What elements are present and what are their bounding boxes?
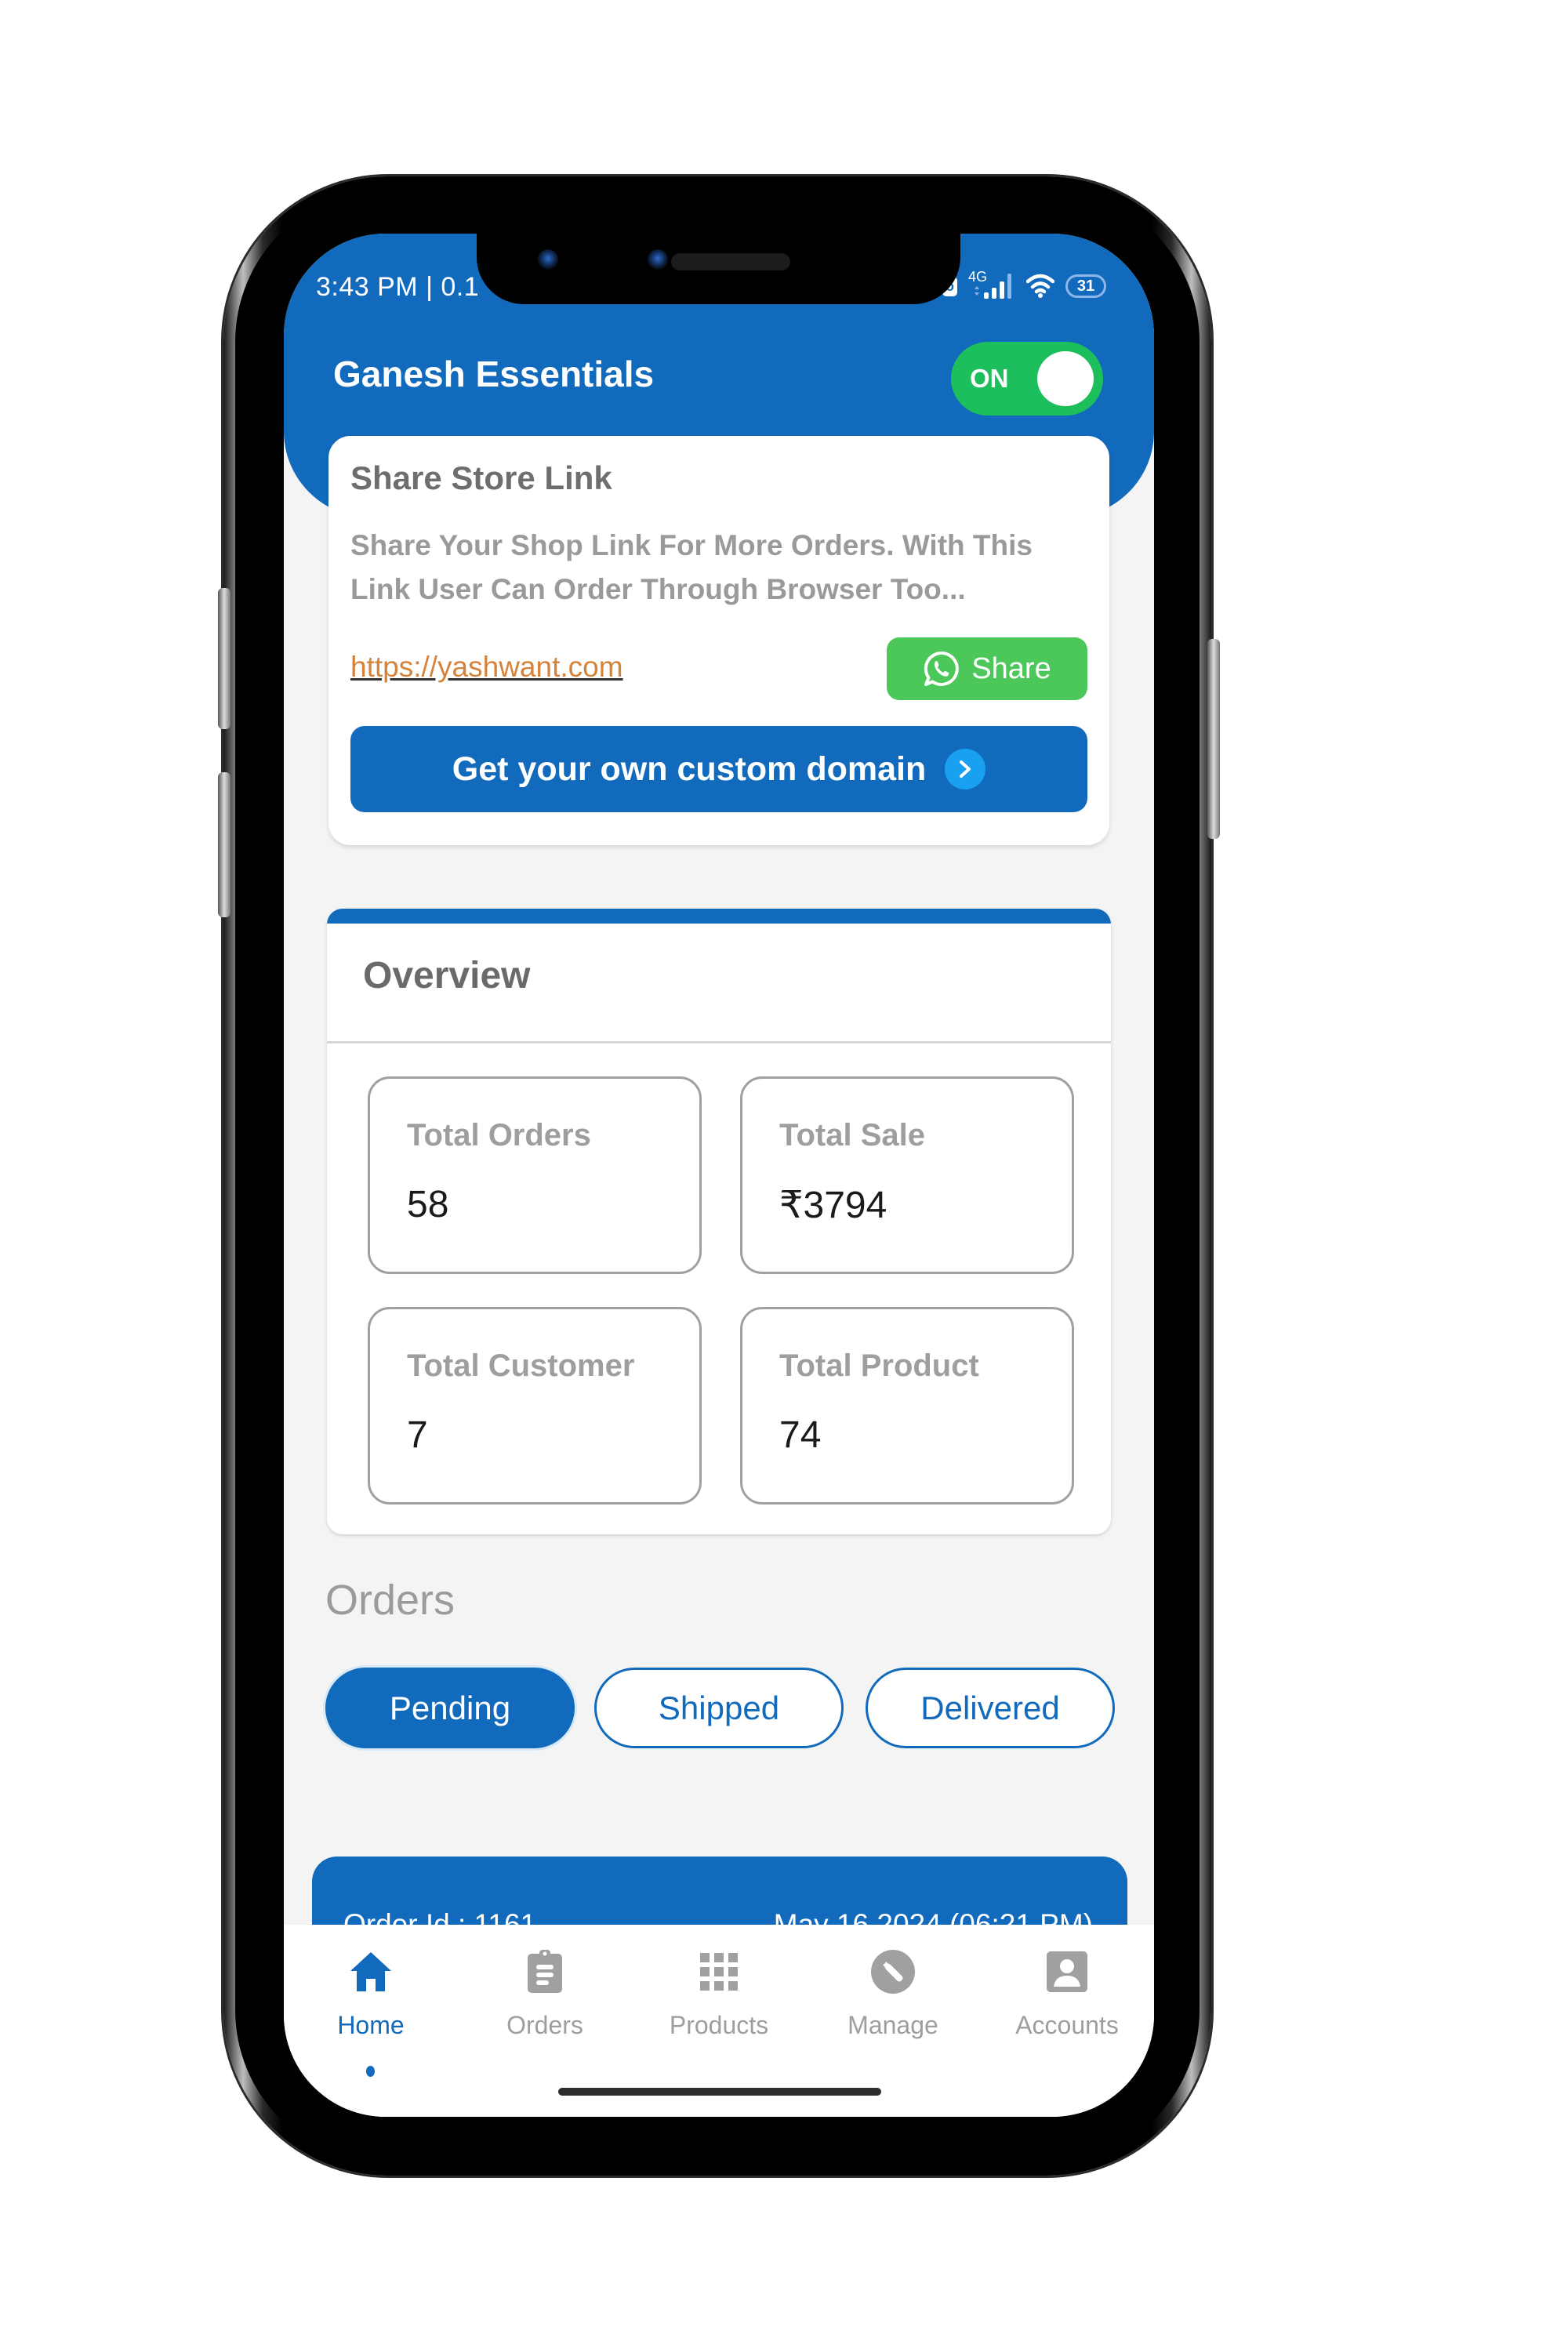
stat-label: Total Product — [779, 1348, 979, 1383]
share-card-description: Share Your Shop Link For More Orders. Wi… — [350, 529, 1033, 605]
tab-shipped[interactable]: Shipped — [594, 1668, 844, 1748]
nav-label: Home — [337, 2011, 405, 2039]
store-status-toggle[interactable]: ON — [951, 342, 1103, 416]
overview-card: Overview Total Orders 58 Total Sale ₹379… — [327, 909, 1111, 1534]
app-screen: 3:43 PM | 0.1 o 4G 31 Ganesh Essentials … — [284, 234, 1154, 2117]
tab-label: Pending — [389, 1689, 511, 1726]
tab-pending[interactable]: Pending — [325, 1668, 575, 1748]
active-indicator-dot — [366, 2066, 375, 2077]
nav-label: Accounts — [1015, 2011, 1119, 2039]
account-icon — [1044, 1948, 1091, 1995]
stat-total-product[interactable]: Total Product 74 — [740, 1307, 1074, 1504]
signal-bars-icon — [975, 274, 1011, 299]
orders-heading: Orders — [325, 1577, 456, 1624]
nav-manage[interactable]: Manage — [806, 1948, 980, 2066]
toggle-label: ON — [970, 364, 1009, 393]
overview-title: Overview — [363, 955, 531, 996]
stat-value: 7 — [407, 1414, 428, 1456]
status-icons: o 4G 31 — [942, 269, 1106, 303]
overview-divider — [327, 1041, 1111, 1044]
nav-label: Orders — [506, 2011, 583, 2039]
whatsapp-icon — [924, 651, 960, 686]
nav-home[interactable]: Home — [284, 1948, 458, 2066]
volume-down-button — [218, 772, 230, 917]
overview-accent-bar — [327, 909, 1111, 924]
battery-level: 31 — [1076, 277, 1095, 295]
wrench-icon — [869, 1948, 916, 1995]
share-store-card: Share Store Link Share Your Shop Link Fo… — [328, 436, 1109, 845]
stat-value: 74 — [779, 1414, 822, 1456]
nav-label: Manage — [848, 2011, 938, 2039]
stat-total-customer[interactable]: Total Customer 7 — [368, 1307, 702, 1504]
volume-up-button — [218, 588, 230, 729]
sensor-lens-icon — [648, 249, 668, 270]
stat-label: Total Orders — [407, 1118, 591, 1152]
nav-orders[interactable]: Orders — [458, 1948, 632, 2066]
home-icon — [347, 1948, 394, 1995]
home-indicator[interactable] — [558, 2088, 881, 2096]
store-name: Ganesh Essentials — [333, 354, 655, 394]
nav-products[interactable]: Products — [632, 1948, 806, 2066]
grid-icon — [695, 1948, 742, 1995]
custom-domain-button[interactable]: Get your own custom domain — [350, 726, 1087, 812]
signal-icon: 4G — [968, 269, 1015, 302]
power-button — [1207, 639, 1220, 839]
wifi-icon — [1026, 274, 1054, 298]
nav-label: Products — [669, 2011, 769, 2039]
store-link[interactable]: https://yashwant.com — [350, 651, 623, 684]
nav-accounts[interactable]: Accounts — [980, 1948, 1154, 2066]
stat-label: Total Customer — [407, 1348, 635, 1383]
stat-value: 58 — [407, 1184, 449, 1225]
whatsapp-share-button[interactable]: Share — [887, 637, 1087, 700]
speaker-grille — [671, 253, 790, 270]
status-time: 3:43 PM | 0.1 — [316, 272, 480, 302]
stat-value: ₹3794 — [779, 1185, 887, 1226]
tab-label: Delivered — [920, 1689, 1060, 1726]
share-card-title: Share Store Link — [350, 459, 612, 496]
stat-label: Total Sale — [779, 1118, 925, 1152]
clipboard-icon — [521, 1948, 568, 1995]
toggle-knob — [1037, 351, 1094, 406]
tab-label: Shipped — [658, 1689, 780, 1726]
battery-icon: 31 — [1065, 274, 1106, 298]
chevron-right-icon — [945, 749, 986, 789]
stat-total-sale[interactable]: Total Sale ₹3794 — [740, 1076, 1074, 1274]
share-button-label: Share — [971, 652, 1051, 685]
custom-domain-label: Get your own custom domain — [452, 750, 927, 788]
stat-total-orders[interactable]: Total Orders 58 — [368, 1076, 702, 1274]
camera-notch — [477, 234, 960, 304]
tab-delivered[interactable]: Delivered — [866, 1668, 1115, 1748]
camera-lens-icon — [538, 249, 558, 270]
